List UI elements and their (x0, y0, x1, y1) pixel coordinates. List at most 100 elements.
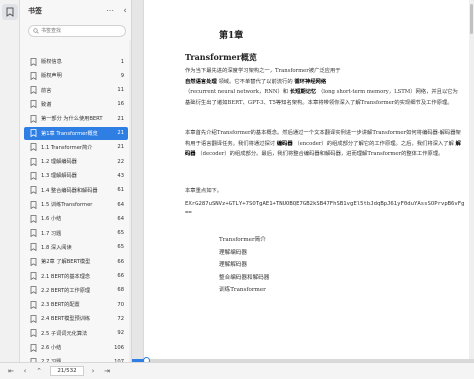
term-nlp: 自然语言处理 (185, 78, 217, 85)
bookmark-icon (30, 272, 37, 280)
bookmark-page-number: 9 (120, 72, 124, 79)
key-point-item: 理解编码器 (219, 249, 247, 256)
bookmark-item[interactable]: 版权声明 9 (24, 69, 128, 82)
bookmark-item[interactable]: 1.7 习题 65 (24, 227, 128, 240)
paragraph-intro: 作为当下最先进的深度学习架构之一，Transformer被广泛应用于 自然语言处… (185, 68, 458, 106)
bookmark-label: 2.5 子词词元化算法 (41, 330, 88, 337)
bookmark-item[interactable]: 1.8 深入阅读 65 (24, 241, 128, 254)
prev-page-icon[interactable]: ‹ (20, 366, 30, 376)
collapse-sidebar-icon[interactable]: ‹ (119, 5, 131, 17)
scrollbar-thumb[interactable] (470, 4, 473, 34)
bookmark-icon (30, 186, 37, 195)
bookmark-item[interactable]: 1.3 理解解码器 43 (24, 169, 128, 182)
bookmark-icon (30, 314, 37, 323)
bookmark-search-box[interactable] (28, 25, 126, 37)
bookmark-label: 1.5 训练Transformer (41, 202, 93, 208)
bookmark-icon (30, 71, 37, 80)
section-title: Transformer概览 (185, 52, 257, 62)
key-point-item: 理解解码器 (219, 262, 247, 268)
paragraph-key-points: 本章重点如下。 (185, 188, 223, 194)
bookmark-icon (30, 200, 37, 209)
bookmark-item[interactable]: 致谢 16 (24, 98, 128, 111)
bookmark-icon (30, 114, 37, 123)
bookmark-icon (30, 100, 37, 109)
sidebar-scrollbar[interactable] (129, 40, 131, 370)
bookmark-item[interactable]: 2.1 BERT的基本理念 66 (24, 270, 128, 283)
bookmark-item[interactable]: 1.5 训练Transformer 64 (24, 198, 128, 211)
paragraph-overview: 本章首先介绍Transformer的基本概念。然后通过一个文本翻译实例进一步讲解… (185, 130, 461, 157)
bookmark-icon (30, 143, 37, 152)
bookmark-icon (30, 243, 37, 252)
key-point-item: 整合编码器和解码器 (219, 274, 270, 281)
bookmark-label: 1.8 深入阅读 (41, 244, 72, 251)
bookmark-icon (30, 214, 37, 223)
bookmark-icon (30, 171, 37, 180)
term-rnn: 循环神经网络 (294, 78, 327, 85)
bookmark-label: 第2章 了解BERT模型 (41, 259, 91, 266)
bookmark-page-number: 21 (117, 144, 124, 151)
bookmark-icon (30, 157, 37, 166)
next-page-icon[interactable]: › (88, 366, 98, 376)
document-scrollbar[interactable] (469, 0, 474, 362)
bookmark-item[interactable]: 2.3 BERT的配置 70 (24, 298, 128, 311)
sidebar-header: 书签 ⋯ ‹ (20, 0, 132, 24)
bookmark-label: 前言 (41, 87, 52, 94)
bookmark-icon (30, 129, 37, 137)
bookmark-icon (30, 300, 37, 309)
bookmark-page-number: 68 (117, 287, 124, 294)
bookmark-item[interactable]: 1.6 小结 64 (24, 212, 128, 225)
bookmark-label: 第一部分 为什么使用BERT (41, 116, 103, 123)
bookmark-page-number: 70 (117, 301, 124, 308)
more-options-icon[interactable]: ⋯ (104, 5, 116, 17)
bookmark-icon (30, 229, 37, 238)
bookmark-search-input[interactable] (39, 26, 121, 36)
bookmark-label: 2.3 BERT的配置 (41, 302, 80, 309)
bookmark-item[interactable]: 1.4 整合编码器和解码器 61 (24, 184, 128, 197)
bookmark-page-number: 16 (117, 101, 124, 108)
bookmark-item[interactable]: 2.6 小结 106 (24, 341, 128, 354)
bookmark-item[interactable]: 第1章 Transformer概览 21 (24, 126, 128, 140)
bookmark-icon (30, 86, 37, 95)
last-page-icon[interactable]: ⇥ (102, 366, 112, 376)
bookmark-page-number: 66 (117, 258, 124, 265)
key-point-item: 训练Transformer (219, 287, 266, 293)
bookmark-item[interactable]: 2.4 BERT模型预训练 72 (24, 312, 128, 325)
bookmark-page-number: 66 (117, 273, 124, 279)
bookmark-item[interactable]: 2.5 子词词元化算法 92 (24, 327, 128, 340)
bookmark-icon (30, 329, 37, 338)
bookmark-sidebar: 书签 ⋯ ‹ 版权信息 1 版权声明 9 前言 11 致谢 16 第一部分 为什么使用BERT 2… (20, 0, 132, 379)
bookmark-page-number: 61 (117, 187, 124, 194)
bookmark-page-number: 92 (117, 330, 124, 337)
bookmark-item[interactable]: 第一部分 为什么使用BERT 21 (24, 112, 128, 125)
bookmark-label: 2.1 BERT的基本理念 (41, 273, 91, 280)
bookmark-icon (30, 57, 37, 66)
bookmark-item[interactable]: 1.2 理解编码器 22 (24, 155, 128, 168)
bookmark-label: 1.7 习题 (41, 230, 62, 237)
document-page: 第1章 Transformer概览 作为当下最先进的深度学习架构之一，Trans… (144, 0, 470, 362)
bookmark-page-number: 106 (114, 344, 124, 351)
page-number-field[interactable]: 21/532 (50, 366, 84, 376)
key-points-list: Transformer简介 理解编码器 理解解码器 整合编码器和解码器 训练Transf… (219, 234, 269, 297)
bookmark-icon (30, 343, 37, 352)
bookmark-item[interactable]: 前言 11 (24, 84, 128, 97)
bookmark-label: 1.3 理解解码器 (41, 173, 77, 180)
bookmark-page-number: 1 (120, 58, 124, 65)
page-up-icon[interactable]: ⌃ (34, 366, 44, 376)
bookmark-panel-icon[interactable] (2, 4, 18, 20)
bookmark-label: 致谢 (41, 101, 52, 108)
bookmark-icon (30, 257, 37, 266)
bookmark-item[interactable]: 2.2 BERT的工作原理 68 (24, 284, 128, 297)
watermark-code-text: EXrG287uSNVz+GTLY+7SOTgAE1+TNUOBQE7GB2kS… (185, 201, 465, 216)
bookmark-label: 1.4 整合编码器和解码器 (41, 187, 98, 194)
bookmark-item[interactable]: 第2章 了解BERT模型 66 (24, 255, 128, 268)
term-encoder: 编码器 (276, 140, 293, 147)
sidebar-title: 书签 (28, 7, 42, 15)
first-page-icon[interactable]: ⇤ (6, 366, 16, 376)
bookmark-page-number: 64 (117, 201, 124, 208)
bookmark-item[interactable]: 版权信息 1 (24, 55, 128, 68)
bookmark-icon (30, 286, 37, 295)
bookmark-item[interactable]: 1.1 Transformer简介 21 (24, 141, 128, 154)
bookmark-label: 1.2 理解编码器 (41, 159, 77, 166)
tool-rail (0, 0, 20, 379)
bookmark-label: 版权信息 (41, 59, 62, 65)
